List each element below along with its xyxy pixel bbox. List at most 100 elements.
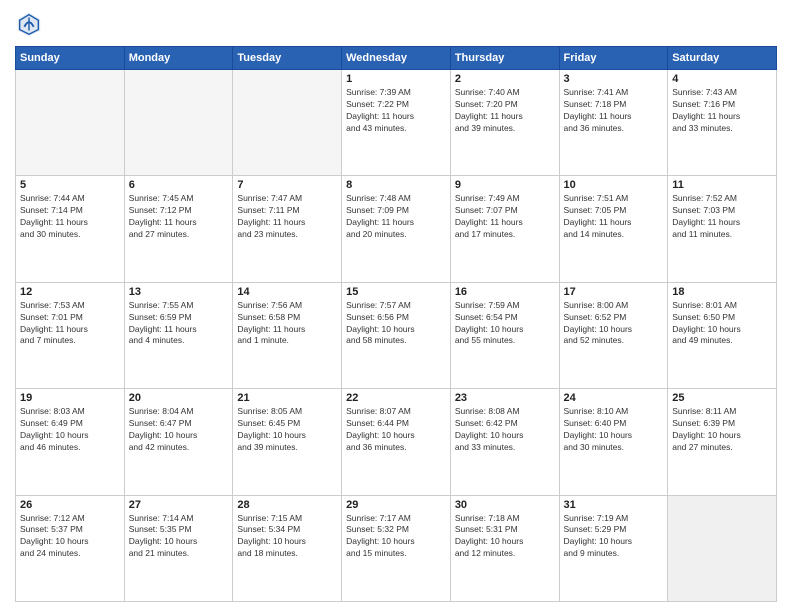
day-number: 31 [564,499,664,511]
day-number: 7 [237,179,337,191]
day-number: 5 [20,179,120,191]
day-info: Sunrise: 7:43 AM Sunset: 7:16 PM Dayligh… [672,87,772,135]
weekday-header-tuesday: Tuesday [233,47,342,70]
calendar-cell [124,70,233,176]
day-number: 9 [455,179,555,191]
calendar-cell: 8 Sunrise: 7:48 AM Sunset: 7:09 PM Daylig… [342,176,451,282]
calendar-cell [16,70,125,176]
day-number: 24 [564,392,664,404]
day-number: 17 [564,286,664,298]
calendar-cell: 23Sunrise: 8:08 AM Sunset: 6:42 PM Dayli… [450,389,559,495]
calendar-cell: 17Sunrise: 8:00 AM Sunset: 6:52 PM Dayli… [559,282,668,388]
calendar-cell: 26 Sunrise: 7:12 AM Sunset: 5:37 PM Dayli… [16,495,125,601]
day-info: Sunrise: 7:56 AM Sunset: 6:58 PM Dayligh… [237,300,337,348]
day-number: 22 [346,392,446,404]
weekday-header-sunday: Sunday [16,47,125,70]
weekday-header-monday: Monday [124,47,233,70]
day-info: Sunrise: 7:41 AM Sunset: 7:18 PM Dayligh… [564,87,664,135]
calendar-cell: 2 Sunrise: 7:40 AM Sunset: 7:20 PM Daylig… [450,70,559,176]
day-number: 27 [129,499,229,511]
day-info: Sunrise: 7:53 AM Sunset: 7:01 PM Dayligh… [20,300,120,348]
calendar-cell [233,70,342,176]
calendar-cell: 11 Sunrise: 7:52 AM Sunset: 7:03 PM Dayli… [668,176,777,282]
day-info: Sunrise: 7:49 AM Sunset: 7:07 PM Dayligh… [455,193,555,241]
day-info: Sunrise: 8:04 AM Sunset: 6:47 PM Dayligh… [129,406,229,454]
calendar-cell: 29 Sunrise: 7:17 AM Sunset: 5:32 PM Dayli… [342,495,451,601]
day-info: Sunrise: 7:52 AM Sunset: 7:03 PM Dayligh… [672,193,772,241]
calendar-cell: 20Sunrise: 8:04 AM Sunset: 6:47 PM Dayli… [124,389,233,495]
header [15,10,777,38]
day-info: Sunrise: 7:57 AM Sunset: 6:56 PM Dayligh… [346,300,446,348]
calendar-cell: 1 Sunrise: 7:39 AM Sunset: 7:22 PM Daylig… [342,70,451,176]
calendar-cell: 13Sunrise: 7:55 AM Sunset: 6:59 PM Dayli… [124,282,233,388]
calendar-cell: 24 Sunrise: 8:10 AM Sunset: 6:40 PM Dayli… [559,389,668,495]
day-number: 1 [346,73,446,85]
day-number: 29 [346,499,446,511]
calendar-cell: 18Sunrise: 8:01 AM Sunset: 6:50 PM Dayli… [668,282,777,388]
calendar-cell: 9 Sunrise: 7:49 AM Sunset: 7:07 PM Daylig… [450,176,559,282]
day-number: 28 [237,499,337,511]
day-info: Sunrise: 8:11 AM Sunset: 6:39 PM Dayligh… [672,406,772,454]
calendar-cell: 5 Sunrise: 7:44 AM Sunset: 7:14 PM Daylig… [16,176,125,282]
day-number: 30 [455,499,555,511]
logo-icon [15,10,43,38]
calendar-cell: 10 Sunrise: 7:51 AM Sunset: 7:05 PM Dayli… [559,176,668,282]
logo [15,10,47,38]
calendar-cell: 31 Sunrise: 7:19 AM Sunset: 5:29 PM Dayli… [559,495,668,601]
day-info: Sunrise: 7:48 AM Sunset: 7:09 PM Dayligh… [346,193,446,241]
calendar-cell: 7 Sunrise: 7:47 AM Sunset: 7:11 PM Daylig… [233,176,342,282]
calendar-cell: 22Sunrise: 8:07 AM Sunset: 6:44 PM Dayli… [342,389,451,495]
day-number: 10 [564,179,664,191]
day-number: 6 [129,179,229,191]
page: SundayMondayTuesdayWednesdayThursdayFrid… [0,0,792,612]
calendar-cell: 28 Sunrise: 7:15 AM Sunset: 5:34 PM Dayli… [233,495,342,601]
day-info: Sunrise: 7:55 AM Sunset: 6:59 PM Dayligh… [129,300,229,348]
day-info: Sunrise: 7:18 AM Sunset: 5:31 PM Dayligh… [455,513,555,561]
day-info: Sunrise: 8:05 AM Sunset: 6:45 PM Dayligh… [237,406,337,454]
calendar-cell [668,495,777,601]
day-number: 16 [455,286,555,298]
calendar-cell: 16 Sunrise: 7:59 AM Sunset: 6:54 PM Dayli… [450,282,559,388]
weekday-header-wednesday: Wednesday [342,47,451,70]
weekday-header-friday: Friday [559,47,668,70]
day-info: Sunrise: 7:45 AM Sunset: 7:12 PM Dayligh… [129,193,229,241]
day-info: Sunrise: 7:47 AM Sunset: 7:11 PM Dayligh… [237,193,337,241]
day-info: Sunrise: 7:14 AM Sunset: 5:35 PM Dayligh… [129,513,229,561]
day-info: Sunrise: 7:12 AM Sunset: 5:37 PM Dayligh… [20,513,120,561]
day-number: 26 [20,499,120,511]
calendar-cell: 4 Sunrise: 7:43 AM Sunset: 7:16 PM Daylig… [668,70,777,176]
day-info: Sunrise: 7:40 AM Sunset: 7:20 PM Dayligh… [455,87,555,135]
day-number: 25 [672,392,772,404]
day-info: Sunrise: 7:39 AM Sunset: 7:22 PM Dayligh… [346,87,446,135]
day-number: 15 [346,286,446,298]
calendar-cell: 15 Sunrise: 7:57 AM Sunset: 6:56 PM Dayli… [342,282,451,388]
day-number: 3 [564,73,664,85]
calendar-cell: 25 Sunrise: 8:11 AM Sunset: 6:39 PM Dayli… [668,389,777,495]
day-info: Sunrise: 7:44 AM Sunset: 7:14 PM Dayligh… [20,193,120,241]
day-info: Sunrise: 7:17 AM Sunset: 5:32 PM Dayligh… [346,513,446,561]
calendar-cell: 27 Sunrise: 7:14 AM Sunset: 5:35 PM Dayli… [124,495,233,601]
day-number: 4 [672,73,772,85]
day-info: Sunrise: 7:15 AM Sunset: 5:34 PM Dayligh… [237,513,337,561]
day-info: Sunrise: 8:03 AM Sunset: 6:49 PM Dayligh… [20,406,120,454]
day-info: Sunrise: 7:19 AM Sunset: 5:29 PM Dayligh… [564,513,664,561]
day-info: Sunrise: 7:59 AM Sunset: 6:54 PM Dayligh… [455,300,555,348]
day-number: 23 [455,392,555,404]
calendar-cell: 30 Sunrise: 7:18 AM Sunset: 5:31 PM Dayli… [450,495,559,601]
calendar-cell: 6 Sunrise: 7:45 AM Sunset: 7:12 PM Daylig… [124,176,233,282]
day-number: 21 [237,392,337,404]
day-number: 8 [346,179,446,191]
calendar-cell: 3 Sunrise: 7:41 AM Sunset: 7:18 PM Daylig… [559,70,668,176]
weekday-header-thursday: Thursday [450,47,559,70]
day-number: 2 [455,73,555,85]
day-info: Sunrise: 7:51 AM Sunset: 7:05 PM Dayligh… [564,193,664,241]
calendar-cell: 12 Sunrise: 7:53 AM Sunset: 7:01 PM Dayli… [16,282,125,388]
calendar-cell: 14Sunrise: 7:56 AM Sunset: 6:58 PM Dayli… [233,282,342,388]
weekday-header-saturday: Saturday [668,47,777,70]
day-number: 12 [20,286,120,298]
day-number: 19 [20,392,120,404]
calendar-table: SundayMondayTuesdayWednesdayThursdayFrid… [15,46,777,602]
day-number: 18 [672,286,772,298]
day-info: Sunrise: 8:10 AM Sunset: 6:40 PM Dayligh… [564,406,664,454]
day-number: 11 [672,179,772,191]
